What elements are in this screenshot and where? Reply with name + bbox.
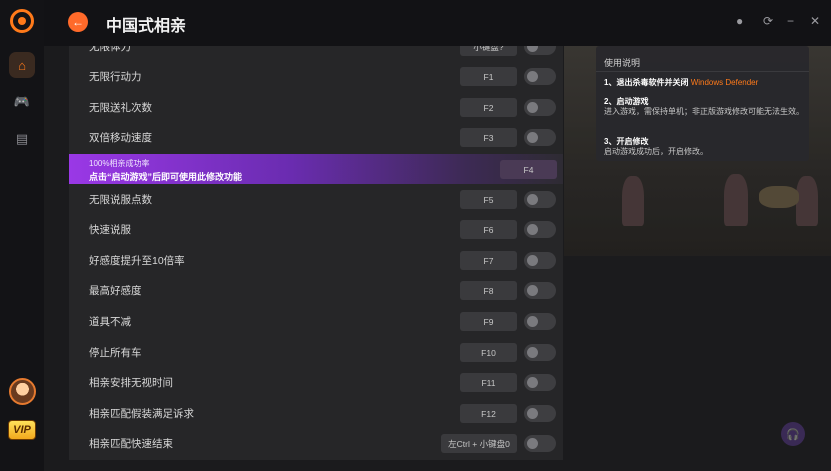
hotkey-button[interactable]: F9 [460,312,517,331]
hotkey-button[interactable]: F5 [460,190,517,209]
cheat-label: 最高好感度 [89,285,142,297]
step3-text: 启动游戏成功后，开启修改。 [604,147,708,156]
toggle-switch[interactable] [524,282,556,299]
toggle-switch[interactable] [524,221,556,238]
toggle-switch[interactable] [524,99,556,116]
cheat-row: 双倍移动速度 F3 [69,122,563,153]
user-avatar[interactable] [9,378,36,405]
app-logo-icon [10,9,34,33]
toggle-switch[interactable] [524,191,556,208]
step1-heading: 1、退出杀毒软件并关闭 Windows Defender [604,77,758,88]
character-figure [622,176,644,226]
vip-label: VIP [13,424,31,436]
instructions-panel: 使用说明 1、退出杀毒软件并关闭 Windows Defender 2、启动游戏… [596,46,809,161]
hotkey-button[interactable]: F8 [460,281,517,300]
hotkey-button[interactable]: 小键盘? [460,46,517,56]
cheat-label: 相亲匹配快速结束 [89,438,173,450]
store-icon: ▤ [15,131,29,146]
minimize-button[interactable]: − [787,14,794,28]
cheat-row: 无限体力 小键盘? [69,46,563,62]
cheat-label: 无限体力 [89,46,131,53]
back-button[interactable]: ← [68,12,88,32]
hotkey-button[interactable]: F12 [460,404,517,423]
hotkey-button[interactable]: F10 [460,343,517,362]
cheat-label: 无限行动力 [89,71,142,83]
games-nav-button[interactable]: 🎮 [9,89,35,115]
character-figure [724,174,748,226]
cheat-label: 无限说服点数 [89,194,152,206]
character-figure [796,176,818,226]
cheat-label: 相亲安排无视时间 [89,377,173,389]
store-nav-button[interactable]: ▤ [9,126,35,152]
divider [596,71,809,72]
arrow-left-icon: ← [72,15,84,29]
headset-icon: 🎧 [786,428,800,441]
toggle-switch[interactable] [524,344,556,361]
left-rail: ⌂ 🎮 ▤ VIP [0,0,44,471]
hotkey-button[interactable]: F1 [460,67,517,86]
cheat-panel: 无限体力 小键盘? 无限行动力 F1 无限送礼次数 F2 双倍移动速度 F3 1… [69,46,563,460]
promo-title: 点击“启动游戏”后即可使用此修改功能 [89,172,243,182]
promo-banner: 100%相亲成功率 点击“启动游戏”后即可使用此修改功能 F4 [69,154,563,184]
table-image [759,186,799,208]
cheat-label: 停止所有车 [89,347,142,359]
cheat-row: 停止所有车 F10 [69,337,563,368]
hotkey-button[interactable]: F6 [460,220,517,239]
toggle-switch[interactable] [524,129,556,146]
hotkey-button[interactable]: F4 [500,160,557,179]
cheat-label: 好感度提升至10倍率 [89,255,185,267]
step2-text: 进入游戏，需保持单机；非正版游戏修改可能无法生效。 [604,107,804,116]
cheat-label: 无限送礼次数 [89,102,152,114]
toggle-switch[interactable] [524,374,556,391]
cheat-label: 双倍移动速度 [89,132,152,144]
cheat-row: 无限说服点数 F5 [69,184,563,215]
cheat-row: 相亲匹配快速结束 左Ctrl + 小键盘0 [69,428,563,459]
history-icon[interactable]: ⟳ [763,14,773,28]
cheat-label: 快速说服 [89,224,131,236]
settings-icon[interactable]: ● [736,14,743,28]
cheat-label: 相亲匹配假装满足诉求 [89,408,194,420]
cheat-label: 道具不减 [89,316,131,328]
cheat-row: 无限送礼次数 F2 [69,92,563,123]
cheat-row: 道具不减 F9 [69,306,563,337]
cheat-row: 最高好感度 F8 [69,275,563,306]
home-icon: ⌂ [18,57,26,73]
close-button[interactable]: ✕ [810,14,820,28]
promo-subtitle: 100%相亲成功率 [89,159,150,168]
toggle-switch[interactable] [524,435,556,452]
step1-text: 1、退出杀毒软件并关闭 [604,78,689,87]
cheat-row: 相亲匹配假装满足诉求 F12 [69,398,563,429]
toggle-switch[interactable] [524,68,556,85]
hotkey-button[interactable]: F11 [460,373,517,392]
step1-accent: Windows Defender [690,78,759,87]
home-nav-button[interactable]: ⌂ [9,52,35,78]
cheat-row: 快速说服 F6 [69,214,563,245]
toggle-switch[interactable] [524,313,556,330]
hotkey-button[interactable]: F7 [460,251,517,270]
toggle-switch[interactable] [524,405,556,422]
cheat-row: 好感度提升至10倍率 F7 [69,245,563,276]
hotkey-button[interactable]: 左Ctrl + 小键盘0 [441,434,517,453]
support-button[interactable]: 🎧 [781,422,805,446]
vip-badge[interactable]: VIP [8,420,36,440]
cheat-row: 相亲安排无视时间 F11 [69,367,563,398]
page-title: 中国式相亲 [106,18,187,35]
hotkey-button[interactable]: F2 [460,98,517,117]
gamepad-icon: 🎮 [13,94,31,109]
toggle-switch[interactable] [524,252,556,269]
toggle-switch[interactable] [524,46,556,55]
top-header: ← 中国式相亲 ● ⟳ − ✕ [44,0,831,46]
hotkey-button[interactable]: F3 [460,128,517,147]
cheat-row: 无限行动力 F1 [69,61,563,92]
instructions-title: 使用说明 [604,58,641,68]
